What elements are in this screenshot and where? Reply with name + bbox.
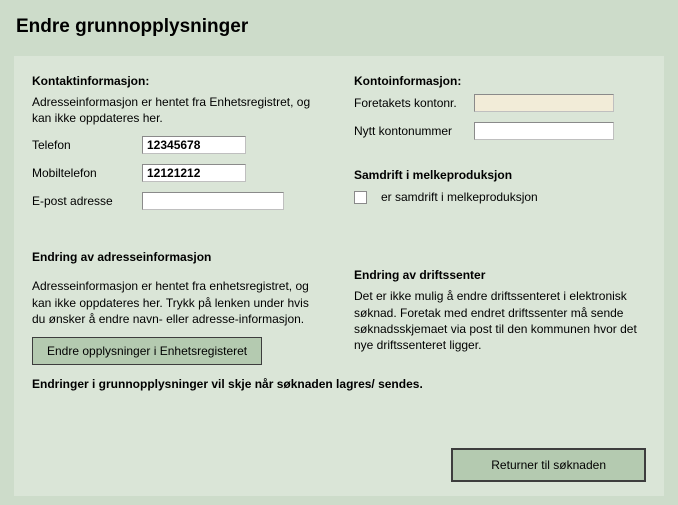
account-label: Foretakets kontonr. — [354, 96, 474, 110]
new-account-input[interactable] — [474, 122, 614, 140]
contact-header: Kontaktinformasjon: — [32, 74, 324, 88]
email-label: E-post adresse — [32, 194, 142, 208]
mobile-input[interactable] — [142, 164, 246, 182]
main-panel: Kontaktinformasjon: Adresseinformasjon e… — [14, 56, 664, 496]
change-in-registry-button[interactable]: Endre opplysninger i Enhetsregisteret — [32, 337, 262, 365]
account-header: Kontoinformasjon: — [354, 74, 646, 88]
contact-column: Kontaktinformasjon: Adresseinformasjon e… — [32, 74, 324, 220]
address-change-column: Endring av adresseinformasjon Adresseinf… — [32, 250, 324, 365]
samdrift-checkbox-label: er samdrift i melkeproduksjon — [381, 190, 538, 204]
contact-help: Adresseinformasjon er hentet fra Enhetsr… — [32, 94, 324, 126]
mobile-label: Mobiltelefon — [32, 166, 142, 180]
page-title: Endre grunnopplysninger — [16, 16, 664, 38]
new-account-label: Nytt kontonummer — [354, 124, 474, 138]
return-button[interactable]: Returner til søknaden — [451, 448, 646, 482]
account-value — [474, 94, 614, 112]
address-change-header: Endring av adresseinformasjon — [32, 250, 324, 264]
phone-input[interactable] — [142, 136, 246, 154]
account-column: Kontoinformasjon: Foretakets kontonr. Ny… — [354, 74, 646, 220]
address-change-help: Adresseinformasjon er hentet fra enhetsr… — [32, 278, 324, 327]
drift-change-help: Det er ikke mulig å endre driftssenteret… — [354, 288, 646, 353]
email-input[interactable] — [142, 192, 284, 210]
samdrift-header: Samdrift i melkeproduksjon — [354, 168, 646, 182]
drift-change-header: Endring av driftssenter — [354, 268, 646, 282]
drift-change-column: Endring av driftssenter Det er ikke muli… — [354, 250, 646, 365]
phone-label: Telefon — [32, 138, 142, 152]
save-notice: Endringer i grunnopplysninger vil skje n… — [32, 377, 646, 391]
samdrift-checkbox[interactable] — [354, 191, 367, 204]
